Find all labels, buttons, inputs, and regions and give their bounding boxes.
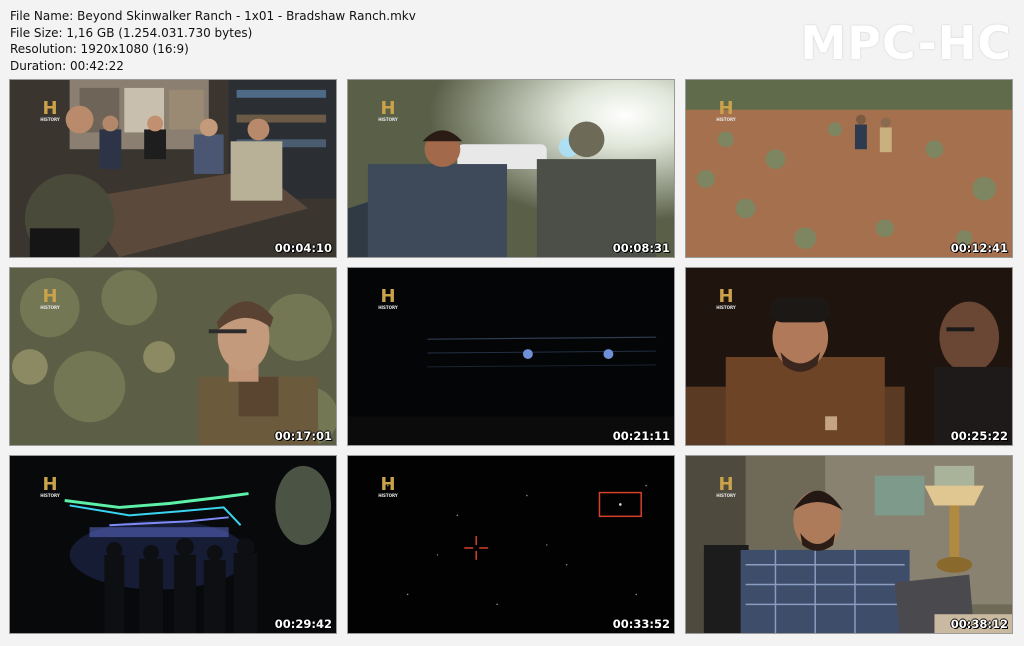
svg-text:HISTORY: HISTORY: [716, 117, 736, 122]
svg-text:H: H: [718, 474, 733, 495]
thumbnail-2[interactable]: H HISTORY 00:08:31: [347, 79, 675, 258]
svg-text:H: H: [380, 286, 395, 307]
svg-text:HISTORY: HISTORY: [378, 305, 398, 310]
thumbnail-6[interactable]: H HISTORY 00:25:22: [685, 267, 1013, 446]
svg-text:H: H: [380, 98, 395, 119]
history-channel-logo: H HISTORY: [716, 286, 736, 310]
history-channel-logo: H HISTORY: [40, 98, 60, 122]
svg-text:HISTORY: HISTORY: [40, 117, 60, 122]
timestamp: 00:08:31: [612, 241, 670, 255]
timestamp: 00:17:01: [274, 429, 332, 443]
svg-text:H: H: [42, 474, 57, 495]
file-name: File Name: Beyond Skinwalker Ranch - 1x0…: [10, 9, 416, 23]
file-info: File Name: Beyond Skinwalker Ranch - 1x0…: [10, 8, 416, 74]
svg-text:HISTORY: HISTORY: [40, 493, 60, 498]
svg-text:H: H: [42, 286, 57, 307]
thumbnail-1[interactable]: H HISTORY 00:04:10: [9, 79, 337, 258]
thumbnail-4[interactable]: H HISTORY 00:17:01: [9, 267, 337, 446]
thumbnail-5[interactable]: H HISTORY 00:21:11: [347, 267, 675, 446]
timestamp: 00:12:41: [950, 241, 1008, 255]
history-channel-logo: H HISTORY: [378, 286, 398, 310]
svg-text:HISTORY: HISTORY: [716, 493, 736, 498]
mpc-hc-logo: MPC-HC: [800, 16, 1012, 70]
timestamp: 00:25:22: [950, 429, 1008, 443]
history-channel-logo: H HISTORY: [40, 286, 60, 310]
thumbnail-7[interactable]: H HISTORY 00:29:42: [9, 455, 337, 634]
duration: Duration: 00:42:22: [10, 58, 124, 73]
history-channel-logo: H HISTORY: [378, 98, 398, 122]
svg-text:HISTORY: HISTORY: [378, 493, 398, 498]
timestamp: 00:33:52: [612, 617, 670, 631]
timestamp: 00:38:12: [950, 617, 1008, 631]
file-size: File Size: 1,16 GB (1.254.031.730 bytes): [10, 25, 253, 40]
thumbnail-3[interactable]: H HISTORY 00:12:41: [685, 79, 1013, 258]
timestamp: 00:21:11: [612, 429, 670, 443]
svg-text:H: H: [718, 286, 733, 307]
history-channel-logo: H HISTORY: [716, 474, 736, 498]
timestamp: 00:29:42: [274, 617, 332, 631]
thumbnail-8[interactable]: H HISTORY 00:33:52: [347, 455, 675, 634]
svg-text:H: H: [718, 98, 733, 119]
history-channel-logo: H HISTORY: [40, 474, 60, 498]
svg-text:HISTORY: HISTORY: [378, 117, 398, 122]
thumbnail-9[interactable]: H HISTORY 00:38:12: [685, 455, 1013, 634]
svg-text:H: H: [380, 474, 395, 495]
resolution: Resolution: 1920x1080 (16:9): [10, 42, 189, 56]
timestamp: 00:04:10: [274, 241, 332, 255]
history-channel-logo: H HISTORY: [378, 474, 398, 498]
svg-text:HISTORY: HISTORY: [40, 305, 60, 310]
svg-text:HISTORY: HISTORY: [716, 305, 736, 310]
history-channel-logo: H HISTORY: [716, 98, 736, 122]
svg-text:H: H: [42, 98, 57, 119]
